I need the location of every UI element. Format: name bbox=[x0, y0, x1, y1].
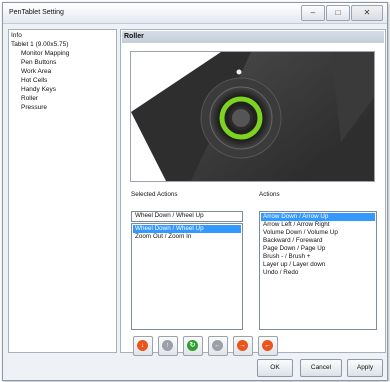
tree-item-handy-keys[interactable]: Handy Keys bbox=[21, 86, 56, 93]
roller-preview-image bbox=[130, 51, 375, 182]
selected-action-field-value: Wheel Down / Wheel Up bbox=[135, 212, 204, 219]
minimize-button[interactable]: – bbox=[301, 5, 325, 21]
tree-item-tablet[interactable]: Tablet 1 (9.00x5.75) bbox=[11, 41, 68, 48]
refresh-button[interactable]: ↻ bbox=[183, 336, 203, 356]
add-left-icon: ← bbox=[262, 340, 273, 351]
refresh-icon: ↻ bbox=[187, 340, 198, 351]
list-item[interactable]: Wheel Down / Wheel Up bbox=[133, 225, 241, 233]
list-item[interactable]: Backward / Foreward bbox=[261, 237, 375, 245]
list-item[interactable]: Brush - / Brush + bbox=[261, 253, 375, 261]
tree-item-work-area[interactable]: Work Area bbox=[21, 68, 51, 75]
pentablet-window: PenTablet Setting – □ ✕ Info Tablet 1 (9… bbox=[2, 2, 388, 381]
move-up-icon: ↑ bbox=[162, 340, 173, 351]
list-item[interactable]: Page Down / Page Up bbox=[261, 245, 375, 253]
actions-label: Actions bbox=[259, 191, 280, 198]
add-right-icon: → bbox=[237, 340, 248, 351]
list-item[interactable]: Layer up / Layer down bbox=[261, 261, 375, 269]
selected-action-field[interactable]: Wheel Down / Wheel Up bbox=[131, 211, 243, 222]
add-left-button[interactable]: ← bbox=[258, 336, 278, 356]
window-title: PenTablet Setting bbox=[9, 9, 64, 16]
apply-button[interactable]: Apply bbox=[347, 359, 383, 377]
tree-item-roller[interactable]: Roller bbox=[21, 95, 38, 102]
selected-actions-label: Selected Actions bbox=[131, 191, 178, 198]
tree-item-monitor-mapping[interactable]: Monitor Mapping bbox=[21, 50, 69, 57]
ok-button[interactable]: OK bbox=[257, 359, 293, 377]
roller-panel: Roller Selected Actions Wheel Down / Whe… bbox=[120, 29, 386, 356]
panel-title: Roller bbox=[122, 31, 384, 43]
list-item[interactable]: Zoom Out / Zoom In bbox=[133, 233, 241, 241]
tree-item-hot-cells[interactable]: Hot Cells bbox=[21, 77, 47, 84]
list-item[interactable]: Arrow Down / Arrow Up bbox=[261, 213, 375, 221]
tablet-roller-illustration bbox=[131, 52, 374, 181]
add-right-button[interactable]: → bbox=[233, 336, 253, 356]
tree-item-info[interactable]: Info bbox=[11, 32, 22, 39]
tree-item-pen-buttons[interactable]: Pen Buttons bbox=[21, 59, 56, 66]
move-down-button[interactable]: ↓ bbox=[133, 336, 153, 356]
list-item[interactable]: Volume Down / Volume Up bbox=[261, 229, 375, 237]
selected-actions-list[interactable]: Wheel Down / Wheel Up Zoom Out / Zoom In bbox=[131, 223, 243, 330]
list-item[interactable]: Undo / Redo bbox=[261, 269, 375, 277]
remove-icon: ← bbox=[212, 340, 223, 351]
move-down-icon: ↓ bbox=[137, 340, 148, 351]
settings-tree[interactable]: Info Tablet 1 (9.00x5.75) Monitor Mappin… bbox=[8, 29, 117, 353]
remove-button[interactable]: ← bbox=[208, 336, 228, 356]
move-up-button[interactable]: ↑ bbox=[158, 336, 178, 356]
cancel-button[interactable]: Cancel bbox=[300, 359, 342, 377]
tree-item-pressure[interactable]: Pressure bbox=[21, 104, 47, 111]
title-bar[interactable]: PenTablet Setting – □ ✕ bbox=[3, 3, 387, 24]
actions-list[interactable]: Arrow Down / Arrow Up Arrow Left / Arrow… bbox=[259, 211, 377, 330]
maximize-button[interactable]: □ bbox=[326, 5, 350, 21]
list-item[interactable]: Arrow Left / Arrow Right bbox=[261, 221, 375, 229]
close-button[interactable]: ✕ bbox=[351, 5, 383, 21]
